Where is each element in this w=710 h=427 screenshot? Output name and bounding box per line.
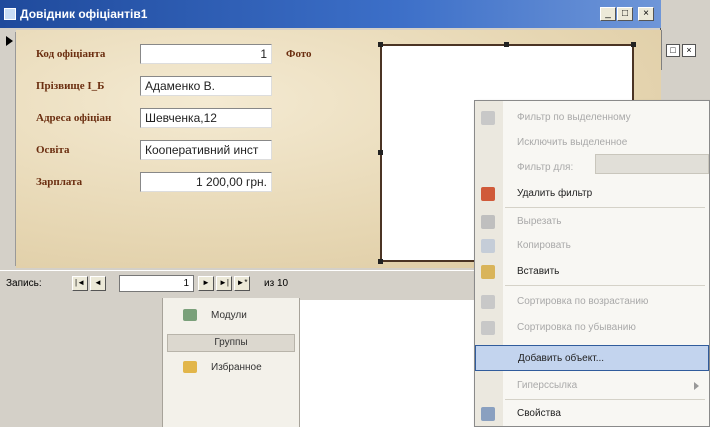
background-window: □ ×: [661, 30, 710, 70]
db-item-modules[interactable]: Модули: [163, 304, 299, 326]
education-field[interactable]: Кооперативний инст: [140, 140, 272, 160]
menu-item-label: Исключить выделенное: [517, 137, 628, 148]
first-record-button[interactable]: |◄: [72, 276, 88, 291]
prev-record-button[interactable]: ◄: [90, 276, 106, 291]
filter-icon: [481, 111, 495, 125]
properties-icon: [481, 407, 495, 421]
menu-item-label: Свойства: [517, 408, 561, 419]
menu-item-label: Сортировка по возрастанию: [517, 296, 649, 307]
last-record-button[interactable]: ►|: [216, 276, 232, 291]
resize-handle[interactable]: [378, 150, 383, 155]
menu-item-cut[interactable]: Вырезать: [475, 209, 709, 235]
menu-item-label: Вставить: [517, 266, 560, 277]
db-item-label: Избранное: [211, 361, 262, 373]
remove-filter-icon: [481, 187, 495, 201]
maximize-button[interactable]: □: [666, 44, 680, 57]
module-icon: [183, 309, 197, 321]
menu-item-hyperlink[interactable]: Гиперссылка: [475, 373, 709, 399]
menu-item-remove-filter[interactable]: Удалить фильтр: [475, 181, 709, 207]
sort-desc-icon: [481, 321, 495, 335]
cut-icon: [481, 215, 495, 229]
field-label-education: Освіта: [36, 144, 70, 156]
paste-icon: [481, 265, 495, 279]
db-item-label: Модули: [211, 309, 247, 321]
address-field[interactable]: Шевченка,12: [140, 108, 272, 128]
title-bar[interactable]: Довідник офіціантів1 _ □ ×: [0, 0, 661, 28]
field-label-surname: Прізвище І_Б: [36, 80, 105, 92]
record-selector[interactable]: [4, 32, 16, 266]
db-item-favorites[interactable]: Избранное: [163, 356, 299, 378]
window-title: Довідник офіціантів1: [20, 7, 148, 21]
surname-field[interactable]: Адаменко В.: [140, 76, 272, 96]
menu-item-sort-desc[interactable]: Сортировка по убыванию: [475, 315, 709, 341]
menu-item-insert-object[interactable]: Добавить объект...: [475, 345, 709, 371]
form-icon: [4, 8, 16, 20]
menu-separator: [505, 285, 705, 286]
sort-asc-icon: [481, 295, 495, 309]
salary-field[interactable]: 1 200,00 грн.: [140, 172, 272, 192]
groups-header[interactable]: Группы: [167, 334, 295, 352]
record-label: Запись:: [6, 278, 42, 289]
database-objects-bar: Модули Группы Избранное: [162, 298, 300, 427]
menu-separator: [505, 207, 705, 208]
record-total: из 10: [264, 278, 289, 289]
menu-item-exclude-selection[interactable]: Исключить выделенное: [475, 130, 709, 156]
code-field[interactable]: 1: [140, 44, 272, 64]
close-button[interactable]: ×: [638, 7, 654, 21]
menu-item-label: Фильтр для:: [517, 162, 574, 173]
menu-item-label: Вырезать: [517, 216, 562, 227]
current-record-arrow-icon: [6, 36, 13, 46]
menu-item-label: Сортировка по убыванию: [517, 322, 636, 333]
submenu-arrow-icon: [694, 382, 699, 390]
resize-handle[interactable]: [378, 42, 383, 47]
filter-for-input[interactable]: [595, 154, 709, 174]
menu-item-copy[interactable]: Копировать: [475, 233, 709, 259]
resize-handle[interactable]: [631, 42, 636, 47]
record-number-input[interactable]: 1: [119, 275, 194, 292]
folder-icon: [183, 361, 197, 373]
menu-item-sort-asc[interactable]: Сортировка по возрастанию: [475, 289, 709, 315]
field-label-address: Адреса офіціан: [36, 112, 112, 124]
menu-item-label: Удалить фильтр: [517, 188, 593, 199]
photo-label: Фото: [286, 48, 312, 60]
menu-item-properties[interactable]: Свойства: [475, 401, 709, 427]
menu-item-label: Гиперссылка: [517, 380, 578, 391]
menu-item-filter-selection[interactable]: Фильтр по выделенному: [475, 105, 709, 131]
new-record-button[interactable]: ►*: [234, 276, 250, 291]
copy-icon: [481, 239, 495, 253]
menu-item-label: Добавить объект...: [518, 353, 605, 364]
resize-handle[interactable]: [378, 259, 383, 264]
menu-item-label: Копировать: [517, 240, 571, 251]
menu-item-paste[interactable]: Вставить: [475, 259, 709, 285]
maximize-button[interactable]: □: [617, 7, 633, 21]
db-window-strip: [0, 405, 162, 427]
resize-handle[interactable]: [504, 42, 509, 47]
minimize-button[interactable]: _: [600, 7, 616, 21]
menu-item-label: Фильтр по выделенному: [517, 112, 631, 123]
field-label-code: Код офіціанта: [36, 48, 106, 60]
close-button[interactable]: ×: [682, 44, 696, 57]
context-menu: Фильтр по выделенному Исключить выделенн…: [474, 100, 710, 427]
field-label-salary: Зарплата: [36, 176, 83, 188]
menu-separator: [505, 399, 705, 400]
next-record-button[interactable]: ►: [198, 276, 214, 291]
